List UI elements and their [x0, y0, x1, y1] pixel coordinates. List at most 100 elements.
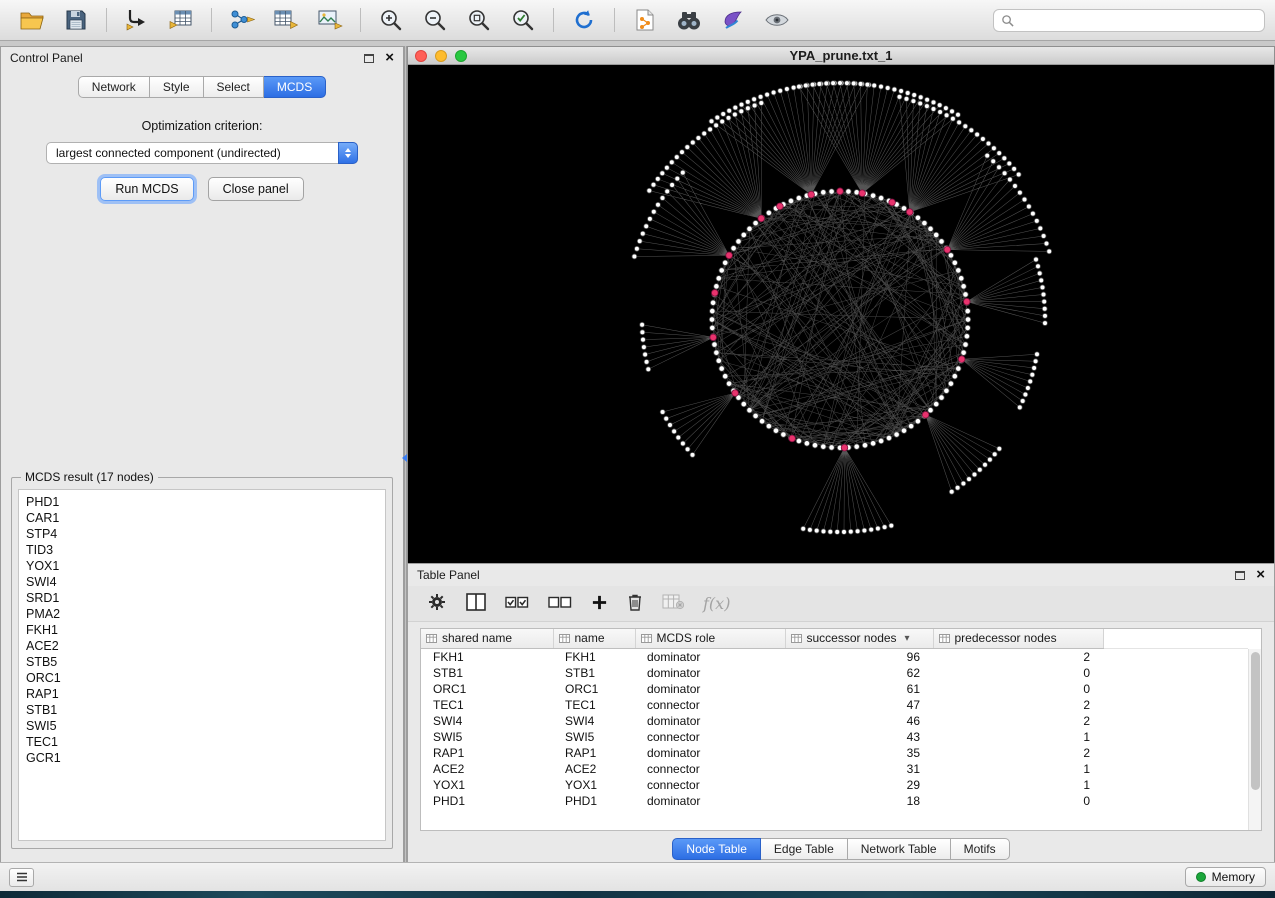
open-folder-button[interactable]	[10, 3, 54, 37]
table-row[interactable]: ACE2ACE2connector311	[421, 761, 1248, 777]
cell: 47	[785, 697, 933, 713]
column-header-shared-name[interactable]: shared name	[421, 629, 553, 648]
export-image-button[interactable]	[308, 3, 352, 37]
scrollbar-thumb[interactable]	[1251, 652, 1260, 790]
select-all-columns-button[interactable]	[505, 596, 529, 612]
tab-select[interactable]: Select	[204, 76, 264, 98]
mcds-result-item[interactable]: TID3	[26, 542, 385, 558]
float-panel-icon[interactable]	[364, 54, 374, 63]
network-from-file-button[interactable]	[623, 3, 667, 37]
table-row[interactable]: STB1STB1dominator620	[421, 665, 1248, 681]
column-type-icon	[641, 633, 652, 644]
task-history-button[interactable]	[9, 868, 34, 887]
tab-style[interactable]: Style	[150, 76, 204, 98]
tab-mcds[interactable]: MCDS	[264, 76, 326, 98]
mcds-result-title: MCDS result (17 nodes)	[21, 470, 158, 484]
cell: 43	[785, 729, 933, 745]
refresh-view-button[interactable]	[562, 3, 606, 37]
close-panel-button[interactable]: Close panel	[208, 177, 304, 201]
tab-network-table[interactable]: Network Table	[848, 838, 951, 860]
import-network-button[interactable]	[115, 3, 159, 37]
deselect-all-columns-button[interactable]	[548, 596, 572, 612]
zoom-selected-button[interactable]	[501, 3, 545, 37]
mcds-result-item[interactable]: YOX1	[26, 558, 385, 574]
node-table: shared namenameMCDS rolesuccessor nodes▾…	[420, 628, 1262, 831]
column-type-icon	[426, 633, 437, 644]
network-document-icon	[634, 8, 656, 32]
close-panel-icon[interactable]: ×	[1256, 570, 1265, 580]
table-row[interactable]: TEC1TEC1connector472	[421, 697, 1248, 713]
network-canvas[interactable]	[408, 65, 1274, 563]
mcds-result-item[interactable]: TEC1	[26, 734, 385, 750]
column-header-predecessor-nodes[interactable]: predecessor nodes	[933, 629, 1103, 648]
delete-table-button-disabled[interactable]	[662, 594, 684, 613]
cell: 62	[785, 665, 933, 681]
export-network-button[interactable]	[220, 3, 264, 37]
export-table-icon	[273, 8, 299, 32]
first-neighbors-button[interactable]	[667, 3, 711, 37]
import-table-button[interactable]	[159, 3, 203, 37]
search-input[interactable]	[1019, 13, 1257, 27]
table-row[interactable]: SWI4SWI4dominator462	[421, 713, 1248, 729]
zoom-out-icon	[423, 8, 447, 32]
close-panel-icon[interactable]: ×	[385, 53, 394, 63]
show-column-button[interactable]	[466, 593, 486, 614]
table-settings-button[interactable]	[427, 592, 447, 615]
tab-motifs[interactable]: Motifs	[951, 838, 1010, 860]
save-session-button[interactable]	[54, 3, 98, 37]
zoom-fit-button[interactable]	[457, 3, 501, 37]
table-tabs: Node TableEdge TableNetwork TableMotifs	[408, 835, 1274, 862]
mcds-result-item[interactable]: ACE2	[26, 638, 385, 654]
zoom-in-button[interactable]	[369, 3, 413, 37]
search-box[interactable]	[993, 9, 1265, 32]
plus-icon	[591, 594, 608, 611]
window-minimize-button[interactable]	[435, 50, 447, 62]
cell: 29	[785, 777, 933, 793]
collapse-panel-icon[interactable]	[402, 454, 407, 462]
mcds-result-item[interactable]: PHD1	[26, 494, 385, 510]
window-close-button[interactable]	[415, 50, 427, 62]
visual-styles-button[interactable]	[711, 3, 755, 37]
cell: 2	[933, 713, 1103, 729]
function-builder-button[interactable]: f(x)	[703, 594, 730, 613]
network-graph[interactable]	[408, 65, 1274, 563]
mcds-result-item[interactable]: PMA2	[26, 606, 385, 622]
criterion-select[interactable]: largest connected component (undirected)	[46, 142, 358, 164]
delete-column-button[interactable]	[627, 593, 643, 615]
tab-network[interactable]: Network	[78, 76, 150, 98]
run-mcds-button[interactable]: Run MCDS	[100, 177, 193, 201]
panel-splitter[interactable]	[404, 46, 407, 862]
mcds-result-item[interactable]: CAR1	[26, 510, 385, 526]
mcds-result-item[interactable]: STP4	[26, 526, 385, 542]
mcds-result-item[interactable]: SWI4	[26, 574, 385, 590]
float-panel-icon[interactable]	[1235, 571, 1245, 580]
mcds-result-item[interactable]: RAP1	[26, 686, 385, 702]
window-maximize-button[interactable]	[455, 50, 467, 62]
cell: PHD1	[421, 793, 553, 809]
table-row[interactable]: SWI5SWI5connector431	[421, 729, 1248, 745]
table-scrollbar[interactable]	[1248, 649, 1261, 830]
zoom-out-button[interactable]	[413, 3, 457, 37]
create-column-button[interactable]	[591, 594, 608, 614]
mcds-result-item[interactable]: ORC1	[26, 670, 385, 686]
mcds-result-item[interactable]: STB5	[26, 654, 385, 670]
column-header-successor-nodes[interactable]: successor nodes▾	[785, 629, 933, 648]
mcds-result-item[interactable]: GCR1	[26, 750, 385, 766]
mcds-result-item[interactable]: STB1	[26, 702, 385, 718]
table-row[interactable]: YOX1YOX1connector291	[421, 777, 1248, 793]
mcds-result-item[interactable]: SWI5	[26, 718, 385, 734]
tab-edge-table[interactable]: Edge Table	[761, 838, 848, 860]
column-header-name[interactable]: name	[553, 629, 635, 648]
column-header-mcds-role[interactable]: MCDS role	[635, 629, 785, 648]
memory-button[interactable]: Memory	[1185, 867, 1266, 887]
table-row[interactable]: FKH1FKH1dominator962	[421, 648, 1248, 665]
table-row[interactable]: ORC1ORC1dominator610	[421, 681, 1248, 697]
mcds-result-item[interactable]: SRD1	[26, 590, 385, 606]
table-row[interactable]: PHD1PHD1dominator180	[421, 793, 1248, 809]
export-table-button[interactable]	[264, 3, 308, 37]
tab-node-table[interactable]: Node Table	[672, 838, 761, 860]
mcds-result-item[interactable]: FKH1	[26, 622, 385, 638]
show-graphics-button[interactable]	[755, 3, 799, 37]
cell: YOX1	[421, 777, 553, 793]
table-row[interactable]: RAP1RAP1dominator352	[421, 745, 1248, 761]
